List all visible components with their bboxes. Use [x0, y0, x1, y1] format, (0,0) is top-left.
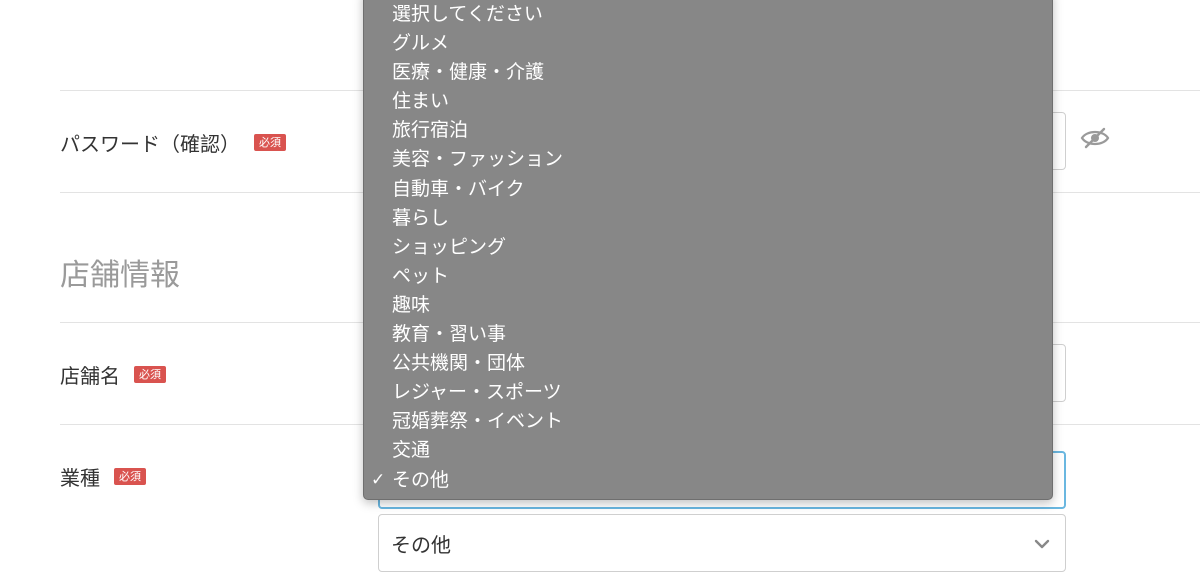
dropdown-option-label: 美容・ファッション — [392, 148, 564, 171]
dropdown-option-label: 住まい — [392, 90, 450, 113]
password-confirm-label: パスワード（確認） — [60, 132, 240, 156]
checkmark-icon: ✓ — [371, 469, 386, 490]
dropdown-option-label: その他 — [392, 468, 450, 491]
dropdown-option-list: 選択してください グルメ医療・健康・介護 住まい旅行宿泊美容・ファッション 自動車・バ… — [364, 0, 1052, 495]
dropdown-option[interactable]: ペット — [364, 262, 1052, 291]
dropdown-option-label: 選択してください — [392, 3, 543, 25]
industry-label: 業種 — [60, 466, 100, 490]
dropdown-option-label: レジャー・スポーツ — [392, 381, 562, 404]
dropdown-option[interactable]: 公共機関・団体 — [364, 349, 1052, 378]
chevron-down-icon — [1034, 539, 1050, 549]
dropdown-option-label: 自動車・バイク — [392, 177, 525, 200]
dropdown-option-label: 趣味 — [392, 293, 431, 316]
dropdown-option-label: 医療・健康・介護 — [392, 61, 545, 84]
dropdown-option[interactable]: 選択してください — [364, 0, 1052, 29]
industry-select-value: その他 — [391, 532, 451, 557]
dropdown-option[interactable]: 旅行宿泊 — [364, 116, 1052, 145]
dropdown-option-label: グルメ — [392, 32, 450, 55]
dropdown-option[interactable]: 医療・健康・介護 — [364, 58, 1052, 87]
registration-form-page: パスワード（確認） 必須 店舗情報 店舗名 必須 業種 必須 その他 選択してく… — [0, 0, 1200, 586]
dropdown-option[interactable]: ✓ その他 — [364, 466, 1052, 495]
dropdown-option-label: ショッピング — [392, 235, 507, 258]
store-name-label-row: 店舗名 必須 — [60, 360, 166, 389]
dropdown-option[interactable]: 冠婚葬祭・イベント — [364, 407, 1052, 436]
dropdown-option[interactable]: 教育・習い事 — [364, 320, 1052, 349]
dropdown-option[interactable]: レジャー・スポーツ — [364, 378, 1052, 407]
store-name-label: 店舗名 — [60, 364, 120, 388]
dropdown-option[interactable]: 美容・ファッション — [364, 145, 1052, 174]
industry-dropdown-menu[interactable]: 選択してください グルメ医療・健康・介護 住まい旅行宿泊美容・ファッション 自動車・バ… — [363, 0, 1053, 500]
dropdown-option[interactable]: 住まい — [364, 87, 1052, 116]
required-badge: 必須 — [114, 468, 146, 485]
dropdown-option[interactable]: 暮らし — [364, 204, 1052, 233]
dropdown-option-label: 旅行宿泊 — [392, 119, 469, 142]
required-badge: 必須 — [134, 366, 166, 383]
required-badge: 必須 — [254, 134, 286, 151]
industry-label-row: 業種 必須 — [60, 462, 146, 491]
dropdown-option[interactable]: 交通 — [364, 436, 1052, 465]
dropdown-option-label: 交通 — [392, 439, 431, 462]
dropdown-option-label: 冠婚葬祭・イベント — [392, 410, 564, 433]
dropdown-option[interactable]: ショッピング — [364, 233, 1052, 262]
dropdown-option-label: ペット — [392, 264, 450, 287]
password-confirm-label-row: パスワード（確認） 必須 — [60, 128, 286, 157]
dropdown-option-label: 教育・習い事 — [392, 323, 507, 346]
dropdown-option-label: 公共機関・団体 — [392, 352, 526, 375]
dropdown-option[interactable]: 趣味 — [364, 291, 1052, 320]
dropdown-option[interactable]: グルメ — [364, 29, 1052, 58]
dropdown-option-label: 暮らし — [392, 206, 450, 229]
eye-slash-icon[interactable] — [1080, 126, 1110, 150]
dropdown-option[interactable]: 自動車・バイク — [364, 175, 1052, 204]
industry-select[interactable]: その他 — [378, 514, 1066, 572]
section-heading-store-info: 店舗情報 — [60, 258, 180, 293]
